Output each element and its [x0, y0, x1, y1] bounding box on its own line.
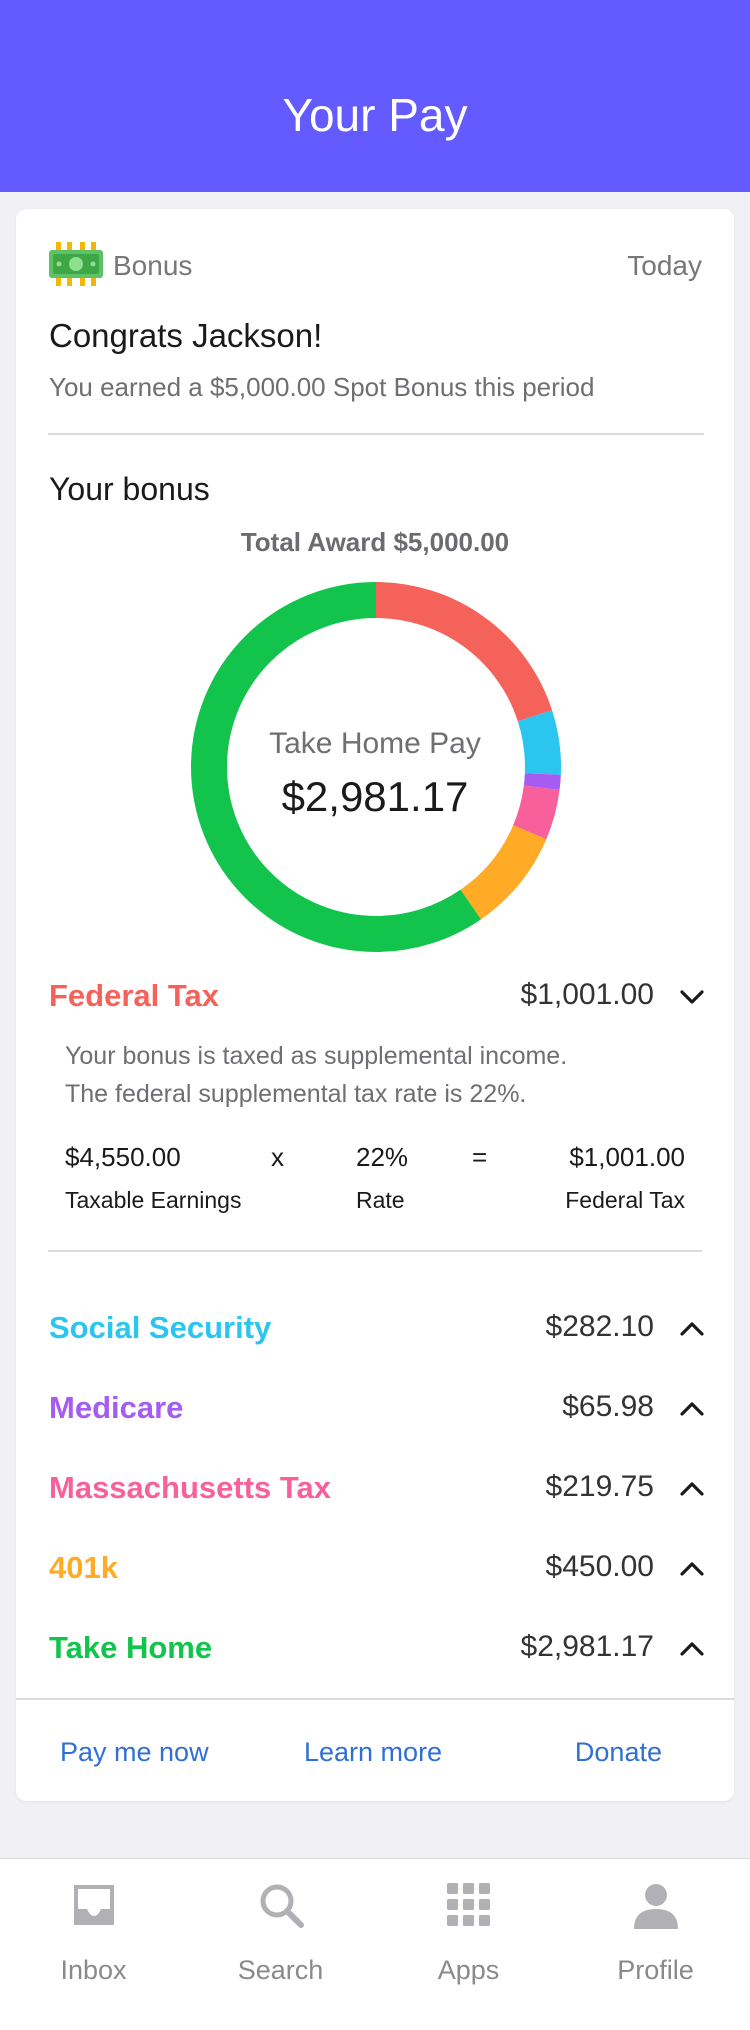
tab-profile[interactable]: Profile: [562, 1859, 749, 2030]
tab-label: Search: [237, 1955, 324, 1985]
rate-label: Rate: [356, 1187, 405, 1213]
tab-bar: Inbox Search Apps Profile: [0, 1858, 750, 2030]
donate-button[interactable]: Donate: [575, 1737, 662, 1768]
donut-center-title: Take Home Pay: [269, 727, 481, 760]
chevron-down-icon[interactable]: [676, 981, 708, 1013]
federal-tax-label[interactable]: Federal Tax: [49, 978, 219, 1014]
category-label: Bonus: [113, 250, 193, 281]
divider: [16, 1698, 734, 1700]
medicare-amount: $65.98: [562, 1390, 654, 1423]
total-award-label: Total Award $5,000.00: [240, 527, 510, 557]
multiply-sign: x: [271, 1142, 284, 1172]
take-home-label[interactable]: Take Home: [49, 1630, 212, 1666]
divider: [48, 433, 704, 435]
equals-sign: =: [472, 1142, 488, 1172]
pay-breakdown-donut-chart: [191, 582, 561, 952]
federal-tax-result-label: Federal Tax: [565, 1187, 685, 1213]
bonus-message: You earned a $5,000.00 Spot Bonus this p…: [49, 372, 595, 402]
apps-grid-icon: [447, 1883, 490, 1926]
explanation-line: Your bonus is taxed as supplemental inco…: [65, 1042, 568, 1070]
profile-icon: [634, 1884, 678, 1929]
401k-amount: $450.00: [545, 1550, 654, 1583]
tab-apps[interactable]: Apps: [375, 1859, 562, 2030]
rate-value: 22%: [356, 1142, 409, 1172]
page-title: Your Pay: [282, 89, 468, 141]
search-icon: [260, 1884, 304, 1928]
tab-search[interactable]: Search: [187, 1859, 374, 2030]
medicare-label[interactable]: Medicare: [49, 1390, 183, 1426]
tab-inbox[interactable]: Inbox: [0, 1859, 187, 2030]
massachusetts-tax-label[interactable]: Massachusetts Tax: [49, 1470, 331, 1506]
money-bill-icon: [49, 242, 103, 286]
chevron-up-icon[interactable]: [676, 1393, 708, 1425]
inbox-icon: [74, 1885, 114, 1925]
greeting-heading: Congrats Jackson!: [49, 317, 323, 354]
divider: [48, 1250, 702, 1252]
date-label: Today: [627, 250, 702, 281]
federal-tax-result-value: $1,001.00: [569, 1142, 685, 1172]
chevron-up-icon[interactable]: [676, 1313, 708, 1345]
pay-me-now-button[interactable]: Pay me now: [60, 1737, 209, 1768]
take-home-amount: $2,981.17: [520, 1630, 654, 1663]
explanation-line: The federal supplemental tax rate is 22%…: [65, 1080, 527, 1108]
federal-tax-explanation: Your bonus is taxed as supplemental inco…: [65, 1037, 567, 1113]
bonus-card: Bonus Today Congrats Jackson! You earned…: [16, 209, 734, 1801]
chevron-up-icon[interactable]: [676, 1553, 708, 1585]
401k-label[interactable]: 401k: [49, 1550, 118, 1586]
taxable-earnings-value: $4,550.00: [65, 1142, 181, 1172]
app-header: Your Pay: [0, 0, 750, 192]
taxable-earnings-label: Taxable Earnings: [65, 1187, 242, 1213]
social-security-amount: $282.10: [545, 1310, 654, 1343]
massachusetts-tax-amount: $219.75: [545, 1470, 654, 1503]
section-title: Your bonus: [49, 471, 210, 507]
federal-tax-amount: $1,001.00: [520, 978, 654, 1011]
tab-label: Inbox: [60, 1955, 127, 1985]
tab-label: Apps: [437, 1955, 500, 1985]
learn-more-button[interactable]: Learn more: [304, 1737, 442, 1768]
social-security-label[interactable]: Social Security: [49, 1310, 271, 1346]
donut-center-value: $2,981.17: [281, 773, 469, 820]
chevron-up-icon[interactable]: [676, 1633, 708, 1665]
chevron-up-icon[interactable]: [676, 1473, 708, 1505]
tab-label: Profile: [617, 1955, 694, 1985]
